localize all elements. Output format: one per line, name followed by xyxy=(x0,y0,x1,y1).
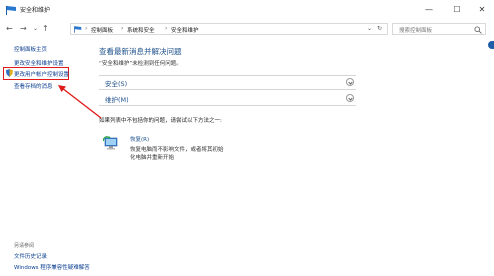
recovery-computer-icon[interactable] xyxy=(103,135,120,151)
address-dropdown-icon[interactable]: ⌄ xyxy=(367,25,372,32)
breadcrumb-separator: › xyxy=(165,25,168,32)
restore-link[interactable]: 恢复(R) xyxy=(130,135,149,143)
see-also-file-history[interactable]: 文件历史记录 xyxy=(14,252,47,260)
page-title: 查看最新消息并解决问题 xyxy=(99,47,182,56)
sidebar-link-home[interactable]: 控制面板主页 xyxy=(14,45,47,53)
chevron-down-icon[interactable] xyxy=(346,78,354,86)
breadcrumb-security-maintenance[interactable]: 安全和维护 xyxy=(171,26,199,34)
breadcrumb-control-panel[interactable]: 控制面板 xyxy=(91,26,113,34)
maximize-button[interactable]: ☐ xyxy=(449,4,465,16)
page-subtitle: “安全和维护”未检测到任何问题。 xyxy=(99,61,182,67)
search-placeholder: 搜索控制面板 xyxy=(399,28,433,34)
up-arrow-icon[interactable]: ↑ xyxy=(42,24,49,34)
control-panel-flag-icon xyxy=(6,6,16,15)
close-button[interactable]: ✕ xyxy=(474,4,490,16)
section-maintenance[interactable]: 维护(M) xyxy=(99,93,356,106)
help-icon[interactable] xyxy=(488,41,494,49)
uac-shield-icon xyxy=(6,69,13,77)
breadcrumb-system-security[interactable]: 系统和安全 xyxy=(127,26,155,34)
chevron-down-icon[interactable] xyxy=(346,94,354,102)
restore-description-line: 化电脑并重新开始 xyxy=(130,155,175,161)
title-bar: 安全和维护 — ☐ ✕ xyxy=(0,0,494,22)
see-also-compat-troubleshooter[interactable]: Windows 程序兼容性疑难解答 xyxy=(14,263,90,271)
section-label: 安全(S) xyxy=(105,80,128,88)
breadcrumb-separator: › xyxy=(85,25,88,32)
section-label: 维护(M) xyxy=(105,96,129,104)
breadcrumb-separator: › xyxy=(121,25,124,32)
address-bar[interactable]: › 控制面板 › 系统和安全 › 安全和维护 ⌄ ↻ xyxy=(70,23,388,35)
window-title: 安全和维护 xyxy=(20,7,51,14)
control-panel-flag-icon xyxy=(74,26,82,33)
section-security[interactable]: 安全(S) xyxy=(99,77,356,90)
back-arrow-icon[interactable]: ← xyxy=(6,24,13,34)
minimize-button[interactable]: — xyxy=(421,4,437,16)
restore-description-line: 恢复电脑而不影响文件，或者将其初始 xyxy=(130,147,224,153)
hint-text: 如果列表中不包括你的问题，请尝试以下方法之一: xyxy=(99,118,222,124)
divider xyxy=(99,75,356,76)
refresh-icon[interactable]: ↻ xyxy=(377,25,382,32)
sidebar-link-change-security-settings[interactable]: 更改安全和维护设置 xyxy=(14,59,64,67)
search-box[interactable]: 搜索控制面板 xyxy=(392,23,486,35)
search-icon[interactable] xyxy=(474,26,482,34)
see-also-heading: 另请参阅 xyxy=(14,243,35,249)
sidebar-link-change-uac-settings[interactable]: 更改用户帐户控制设置 xyxy=(14,70,69,78)
annotation-arrow xyxy=(58,85,102,119)
forward-arrow-icon[interactable]: → xyxy=(20,24,27,34)
recent-dropdown-icon[interactable]: ⌄ xyxy=(33,24,38,34)
sidebar-link-archived-messages[interactable]: 查看存档的消息 xyxy=(14,82,53,90)
